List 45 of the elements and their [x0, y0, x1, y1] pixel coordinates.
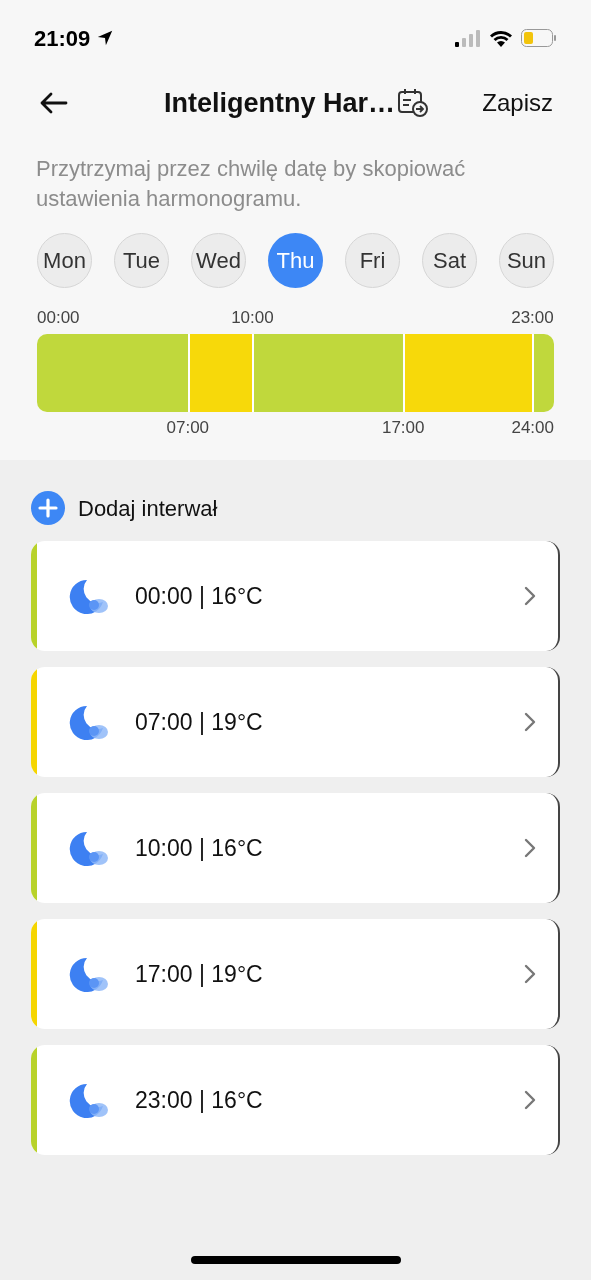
time-label: 23:00 — [511, 308, 554, 328]
moon-cloud-icon — [69, 956, 109, 992]
day-button[interactable]: Fri — [345, 233, 400, 288]
interval-text: 23:00 | 16°C — [135, 1085, 263, 1115]
interval-card[interactable]: 23:00 | 16°C — [31, 1045, 560, 1155]
signal-icon — [455, 29, 481, 47]
moon-cloud-icon — [69, 578, 109, 614]
calendar-icon[interactable] — [397, 88, 430, 118]
back-arrow-icon[interactable] — [38, 91, 68, 115]
time-label: 10:00 — [231, 308, 274, 328]
time-label: 24:00 — [511, 418, 554, 438]
add-interval-button[interactable]: Dodaj interwał — [31, 491, 218, 525]
status-time: 21:09 — [34, 24, 91, 53]
interval-card[interactable]: 07:00 | 19°C — [31, 667, 560, 777]
moon-cloud-icon — [69, 830, 109, 866]
interval-card[interactable]: 00:00 | 16°C — [31, 541, 560, 651]
plus-icon — [31, 491, 65, 525]
time-label: 17:00 — [381, 418, 425, 438]
time-label: 07:00 — [166, 418, 210, 438]
day-button[interactable]: Mon — [37, 233, 92, 288]
save-button[interactable]: Zapisz — [482, 85, 553, 121]
chevron-right-icon — [524, 586, 536, 606]
day-button[interactable]: Sat — [422, 233, 477, 288]
battery-icon — [521, 29, 557, 47]
interval-text: 10:00 | 16°C — [135, 833, 263, 863]
hint-text: Przytrzymaj przez chwilę datę by skopiować ustawienia harmonogramu. — [35, 155, 467, 213]
interval-text: 07:00 | 19°C — [135, 707, 263, 737]
chevron-right-icon — [524, 838, 536, 858]
time-label: 00:00 — [37, 308, 80, 328]
day-button[interactable]: Thu — [268, 233, 323, 288]
page-title: Inteligentny Har… — [164, 86, 396, 120]
moon-cloud-icon — [69, 1082, 109, 1118]
chevron-right-icon — [524, 712, 536, 732]
day-button[interactable]: Sun — [499, 233, 554, 288]
interval-text: 17:00 | 19°C — [135, 959, 263, 989]
interval-card[interactable]: 17:00 | 19°C — [31, 919, 560, 1029]
wifi-icon — [489, 29, 513, 47]
day-button[interactable]: Tue — [114, 233, 169, 288]
interval-text: 00:00 | 16°C — [135, 581, 263, 611]
chevron-right-icon — [524, 964, 536, 984]
interval-card[interactable]: 10:00 | 16°C — [31, 793, 560, 903]
day-button[interactable]: Wed — [191, 233, 246, 288]
chevron-right-icon — [524, 1090, 536, 1110]
location-arrow-icon — [96, 29, 115, 47]
moon-cloud-icon — [69, 704, 109, 740]
